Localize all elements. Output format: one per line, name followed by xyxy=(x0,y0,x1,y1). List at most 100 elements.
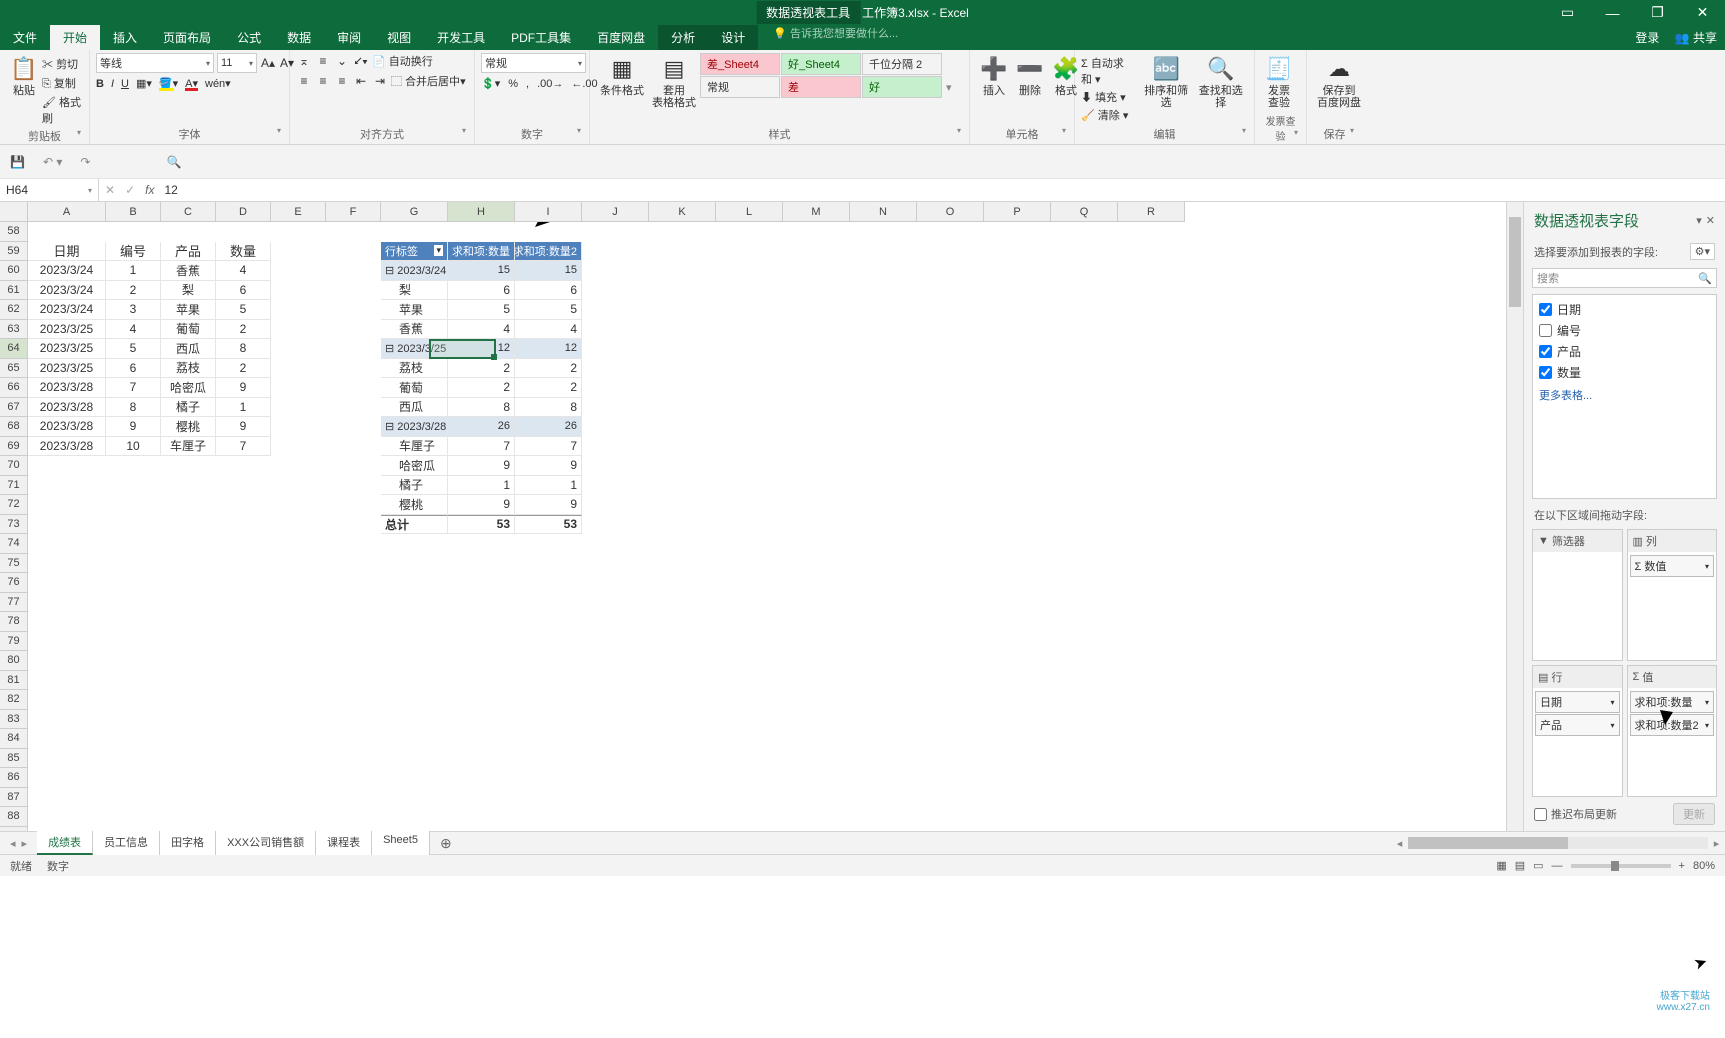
cell[interactable]: 2023/3/24 xyxy=(28,281,106,301)
cell[interactable]: 2023/3/28 xyxy=(28,437,106,457)
row-header-66[interactable]: 66 xyxy=(0,378,28,398)
cell[interactable]: 樱桃 xyxy=(381,495,448,515)
cell[interactable]: 樱桃 xyxy=(161,417,216,437)
col-header-A[interactable]: A xyxy=(28,202,106,222)
cell[interactable]: 日期 xyxy=(28,242,106,262)
align-top-icon[interactable]: ⌅ xyxy=(296,53,312,69)
sheet-tab-田字格[interactable]: 田字格 xyxy=(160,831,216,855)
col-header-K[interactable]: K xyxy=(649,202,716,222)
cell[interactable]: 8 xyxy=(515,398,582,418)
share-button[interactable]: 👥 共享 xyxy=(1675,29,1717,46)
cell[interactable]: 西瓜 xyxy=(161,339,216,359)
cell[interactable]: 橘子 xyxy=(381,476,448,496)
select-all-corner[interactable] xyxy=(0,202,28,222)
indent-increase-icon[interactable]: ⇥ xyxy=(372,73,388,89)
sheet-tab-XXX公司销售额[interactable]: XXX公司销售额 xyxy=(216,831,316,855)
redo-icon[interactable]: ↷ xyxy=(80,155,90,169)
row-header-65[interactable]: 65 xyxy=(0,359,28,379)
cell[interactable]: 苹果 xyxy=(381,300,448,320)
cell[interactable]: 9 xyxy=(448,456,515,476)
align-right-icon[interactable]: ≡ xyxy=(334,73,350,89)
cell[interactable]: 7 xyxy=(448,437,515,457)
font-color-button[interactable]: A▾ xyxy=(185,77,198,90)
style-good2[interactable]: 好 xyxy=(862,76,942,98)
cell[interactable]: 产品 xyxy=(161,242,216,262)
col-header-C[interactable]: C xyxy=(161,202,216,222)
styles-expand-icon[interactable]: ▾ xyxy=(943,81,955,94)
sheet-tab-Sheet5[interactable]: Sheet5 xyxy=(372,831,430,855)
fx-icon[interactable]: fx xyxy=(145,183,154,197)
cell[interactable]: 橘子 xyxy=(161,398,216,418)
cell[interactable]: 26 xyxy=(448,417,515,437)
row-header-67[interactable]: 67 xyxy=(0,398,28,418)
cell[interactable]: 4 xyxy=(106,320,161,340)
cell[interactable]: 1 xyxy=(216,398,271,418)
row-header-76[interactable]: 76 xyxy=(0,573,28,593)
field-search-input[interactable]: 搜索🔍 xyxy=(1532,268,1717,288)
cell[interactable]: 9 xyxy=(216,378,271,398)
row-header-72[interactable]: 72 xyxy=(0,495,28,515)
ribbon-tab-分析[interactable]: 分析 xyxy=(658,25,708,50)
zoom-in-icon[interactable]: + xyxy=(1679,860,1685,872)
row-header-89[interactable]: 89 xyxy=(0,827,28,832)
cell[interactable]: 香蕉 xyxy=(161,261,216,281)
col-header-P[interactable]: P xyxy=(984,202,1051,222)
cell[interactable]: 苹果 xyxy=(161,300,216,320)
delete-cells-button[interactable]: ➖删除 xyxy=(1012,53,1048,99)
find-select-button[interactable]: 🔍查找和选择 xyxy=(1193,53,1248,111)
pane-dropdown-icon[interactable]: ▾ xyxy=(1696,214,1702,227)
row-header-83[interactable]: 83 xyxy=(0,710,28,730)
row-header-70[interactable]: 70 xyxy=(0,456,28,476)
row-header-75[interactable]: 75 xyxy=(0,554,28,574)
row-header-81[interactable]: 81 xyxy=(0,671,28,691)
cell[interactable]: 5 xyxy=(216,300,271,320)
cell[interactable]: 1 xyxy=(106,261,161,281)
hscroll-left-icon[interactable]: ◂ xyxy=(1391,837,1408,850)
cell[interactable]: 香蕉 xyxy=(381,320,448,340)
worksheet-grid[interactable]: ABCDEFGHIJKLMNOPQR 585960616263646566676… xyxy=(0,202,1506,831)
cell[interactable]: 53 xyxy=(448,515,515,535)
cell[interactable]: ⊟ 2023/3/25 xyxy=(381,339,448,359)
row-header-68[interactable]: 68 xyxy=(0,417,28,437)
sheet-tab-课程表[interactable]: 课程表 xyxy=(316,831,372,855)
cut-button[interactable]: ✂ 剪切 xyxy=(42,56,83,72)
percent-format-icon[interactable]: % xyxy=(508,78,518,90)
cell[interactable]: 8 xyxy=(448,398,515,418)
pane-layout-gear-icon[interactable]: ⚙▾ xyxy=(1690,243,1715,260)
qat-search-icon[interactable]: 🔍 xyxy=(166,155,181,169)
style-normal[interactable]: 常规 xyxy=(700,76,780,98)
cell[interactable]: 12 xyxy=(515,339,582,359)
row-header-88[interactable]: 88 xyxy=(0,807,28,827)
ribbon-tab-数据[interactable]: 数据 xyxy=(274,25,324,50)
cell[interactable]: 2023/3/25 xyxy=(28,339,106,359)
cell[interactable]: 2023/3/28 xyxy=(28,378,106,398)
cell[interactable]: 6 xyxy=(515,281,582,301)
comma-format-icon[interactable]: , xyxy=(526,78,529,90)
col-header-H[interactable]: H xyxy=(448,202,515,222)
row-header-84[interactable]: 84 xyxy=(0,729,28,749)
row-header-61[interactable]: 61 xyxy=(0,281,28,301)
cell[interactable]: 1 xyxy=(448,476,515,496)
autosum-button[interactable]: Σ 自动求和 ▾ xyxy=(1081,55,1134,87)
ribbon-options-icon[interactable]: ▭ xyxy=(1545,0,1590,25)
cell[interactable]: 2023/3/25 xyxy=(28,359,106,379)
table-format-button[interactable]: ▤套用 表格格式 xyxy=(648,53,700,111)
cell[interactable]: 2 xyxy=(515,378,582,398)
cell[interactable]: 7 xyxy=(106,378,161,398)
cell[interactable]: 2023/3/28 xyxy=(28,417,106,437)
name-box[interactable]: H64▾ xyxy=(0,179,99,201)
cell[interactable]: 4 xyxy=(448,320,515,340)
cell[interactable]: 5 xyxy=(448,300,515,320)
cell[interactable]: 2023/3/24 xyxy=(28,300,106,320)
save-icon[interactable]: 💾 xyxy=(10,155,25,169)
cell[interactable]: 荔枝 xyxy=(161,359,216,379)
row-header-63[interactable]: 63 xyxy=(0,320,28,340)
col-header-G[interactable]: G xyxy=(381,202,448,222)
undo-icon[interactable]: ↶ ▾ xyxy=(43,155,62,169)
col-header-Q[interactable]: Q xyxy=(1051,202,1118,222)
row-header-82[interactable]: 82 xyxy=(0,690,28,710)
cell[interactable]: 行标签 ▾ xyxy=(381,242,448,262)
restore-button[interactable]: ❐ xyxy=(1635,0,1680,25)
row-header-78[interactable]: 78 xyxy=(0,612,28,632)
view-normal-icon[interactable]: ▦ xyxy=(1496,859,1506,872)
